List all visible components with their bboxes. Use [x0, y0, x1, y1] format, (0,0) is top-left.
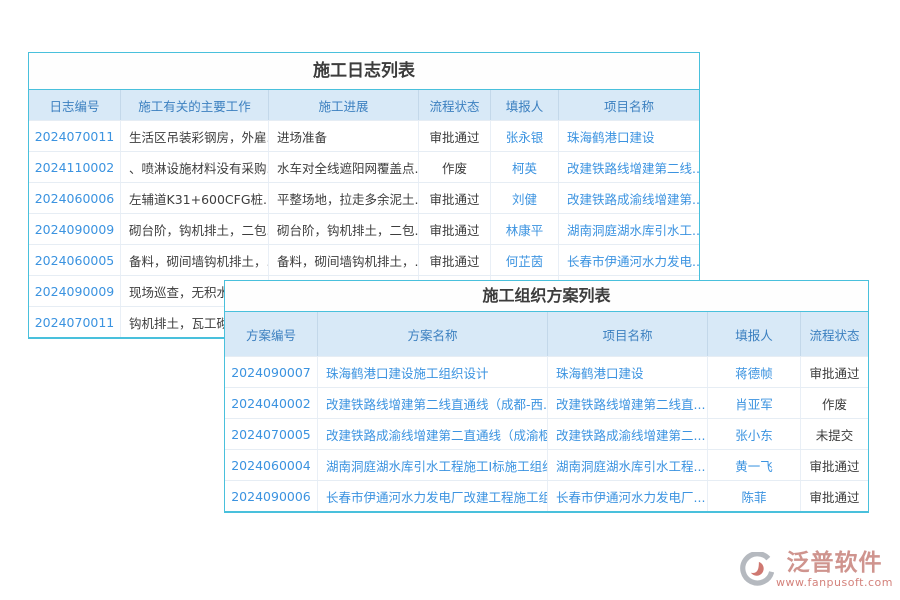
plan-reporter-cell: 黄一飞: [708, 450, 801, 480]
plan-project-link[interactable]: 改建铁路成渝线增建第二...: [548, 419, 708, 449]
plan-col-reporter: 填报人: [708, 312, 801, 356]
log-work-cell: 砌台阶，钩机排土，二包...: [121, 214, 269, 244]
plan-col-project: 项目名称: [548, 312, 708, 356]
status-badge: 审批通过: [419, 214, 491, 244]
brand-logo: 泛普软件 www.fanpusoft.com: [740, 550, 890, 590]
page-background: 施工日志列表 日志编号 施工有关的主要工作 施工进展 流程状态 填报人 项目名称…: [0, 0, 900, 600]
log-work-cell: 、喷淋设施材料没有采购...: [121, 152, 269, 182]
status-badge: 审批通过: [419, 183, 491, 213]
table-row: 2024060005 备料，砌间墙钩机排土，... 备料，砌间墙钩机排土，...…: [29, 244, 699, 275]
plan-id-link[interactable]: 2024040002: [225, 388, 318, 418]
plan-col-name: 方案名称: [318, 312, 548, 356]
plan-table-header: 方案编号 方案名称 项目名称 填报人 流程状态: [225, 312, 868, 356]
table-row: 2024060004 湖南洞庭湖水库引水工程施工I标施工组织... 湖南洞庭湖水…: [225, 449, 868, 480]
brand-name: 泛普软件: [786, 550, 882, 576]
log-progress-cell: 水车对全线遮阳网覆盖点...: [269, 152, 419, 182]
log-table-header: 日志编号 施工有关的主要工作 施工进展 流程状态 填报人 项目名称: [29, 90, 699, 120]
log-id-link[interactable]: 2024110002: [29, 152, 121, 182]
plan-project-link[interactable]: 湖南洞庭湖水库引水工程...: [548, 450, 708, 480]
table-row: 2024090009 砌台阶，钩机排土，二包... 砌台阶，钩机排土，二包...…: [29, 213, 699, 244]
status-badge: 审批通过: [801, 481, 868, 511]
plan-name-link[interactable]: 改建铁路成渝线增建第二直通线（成渝枢...: [318, 419, 548, 449]
plan-name-link[interactable]: 改建铁路线增建第二线直通线（成都-西...: [318, 388, 548, 418]
plan-col-id: 方案编号: [225, 312, 318, 356]
plan-reporter-cell: 蒋德帧: [708, 357, 801, 387]
table-row: 2024060006 左辅道K31+600CFG桩... 平整场地，拉走多余泥土…: [29, 182, 699, 213]
log-col-progress: 施工进展: [269, 90, 419, 120]
status-badge: 审批通过: [419, 245, 491, 275]
plan-col-status: 流程状态: [801, 312, 868, 356]
log-project-link[interactable]: 改建铁路线增建第二线...: [559, 152, 699, 182]
log-work-cell: 生活区吊装彩钢房，外雇...: [121, 121, 269, 151]
plan-project-link[interactable]: 改建铁路线增建第二线直...: [548, 388, 708, 418]
brand-url[interactable]: www.fanpusoft.com: [776, 576, 893, 589]
plan-table-panel: 施工组织方案列表 方案编号 方案名称 项目名称 填报人 流程状态 2024090…: [224, 280, 869, 513]
plan-project-link[interactable]: 长春市伊通河水力发电厂...: [548, 481, 708, 511]
plan-table-title: 施工组织方案列表: [225, 281, 868, 312]
table-row: 2024070011 生活区吊装彩钢房，外雇... 进场准备 审批通过 张永银 …: [29, 120, 699, 151]
plan-project-link[interactable]: 珠海鹤港口建设: [548, 357, 708, 387]
log-id-link[interactable]: 2024070011: [29, 307, 121, 337]
log-id-link[interactable]: 2024090009: [29, 214, 121, 244]
log-col-main-work: 施工有关的主要工作: [121, 90, 269, 120]
table-row: 2024090006 长春市伊通河水力发电厂改建工程施工组... 长春市伊通河水…: [225, 480, 868, 511]
log-reporter-cell: 何芷茵: [491, 245, 559, 275]
plan-id-link[interactable]: 2024090006: [225, 481, 318, 511]
table-row: 2024110002 、喷淋设施材料没有采购... 水车对全线遮阳网覆盖点...…: [29, 151, 699, 182]
log-id-link[interactable]: 2024090009: [29, 276, 121, 306]
status-badge: 审批通过: [419, 121, 491, 151]
status-badge: 未提交: [801, 419, 868, 449]
log-table-title: 施工日志列表: [29, 53, 699, 90]
log-id-link[interactable]: 2024060006: [29, 183, 121, 213]
status-badge: 审批通过: [801, 450, 868, 480]
plan-id-link[interactable]: 2024060004: [225, 450, 318, 480]
log-col-id: 日志编号: [29, 90, 121, 120]
plan-id-link[interactable]: 2024070005: [225, 419, 318, 449]
log-work-cell: 备料，砌间墙钩机排土，...: [121, 245, 269, 275]
fanpu-logo-icon: [740, 552, 774, 590]
plan-name-link[interactable]: 湖南洞庭湖水库引水工程施工I标施工组织...: [318, 450, 548, 480]
table-row: 2024070005 改建铁路成渝线增建第二直通线（成渝枢... 改建铁路成渝线…: [225, 418, 868, 449]
plan-reporter-cell: 张小东: [708, 419, 801, 449]
plan-id-link[interactable]: 2024090007: [225, 357, 318, 387]
log-reporter-cell: 张永银: [491, 121, 559, 151]
table-row: 2024040002 改建铁路线增建第二线直通线（成都-西... 改建铁路线增建…: [225, 387, 868, 418]
log-id-link[interactable]: 2024070011: [29, 121, 121, 151]
log-progress-cell: 备料，砌间墙钩机排土，...: [269, 245, 419, 275]
plan-reporter-cell: 肖亚军: [708, 388, 801, 418]
log-col-reporter: 填报人: [491, 90, 559, 120]
log-project-link[interactable]: 珠海鹤港口建设: [559, 121, 699, 151]
log-id-link[interactable]: 2024060005: [29, 245, 121, 275]
status-badge: 作废: [801, 388, 868, 418]
log-project-link[interactable]: 改建铁路成渝线增建第...: [559, 183, 699, 213]
log-reporter-cell: 柯英: [491, 152, 559, 182]
log-reporter-cell: 林康平: [491, 214, 559, 244]
status-badge: 审批通过: [801, 357, 868, 387]
log-project-link[interactable]: 长春市伊通河水力发电...: [559, 245, 699, 275]
log-progress-cell: 进场准备: [269, 121, 419, 151]
table-row: 2024090007 珠海鹤港口建设施工组织设计 珠海鹤港口建设 蒋德帧 审批通…: [225, 356, 868, 387]
log-reporter-cell: 刘健: [491, 183, 559, 213]
log-col-status: 流程状态: [419, 90, 491, 120]
plan-name-link[interactable]: 珠海鹤港口建设施工组织设计: [318, 357, 548, 387]
log-work-cell: 左辅道K31+600CFG桩...: [121, 183, 269, 213]
log-progress-cell: 平整场地，拉走多余泥土...: [269, 183, 419, 213]
log-col-project: 项目名称: [559, 90, 699, 120]
plan-name-link[interactable]: 长春市伊通河水力发电厂改建工程施工组...: [318, 481, 548, 511]
log-project-link[interactable]: 湖南洞庭湖水库引水工...: [559, 214, 699, 244]
status-badge: 作废: [419, 152, 491, 182]
plan-reporter-cell: 陈菲: [708, 481, 801, 511]
log-progress-cell: 砌台阶，钩机排土，二包...: [269, 214, 419, 244]
